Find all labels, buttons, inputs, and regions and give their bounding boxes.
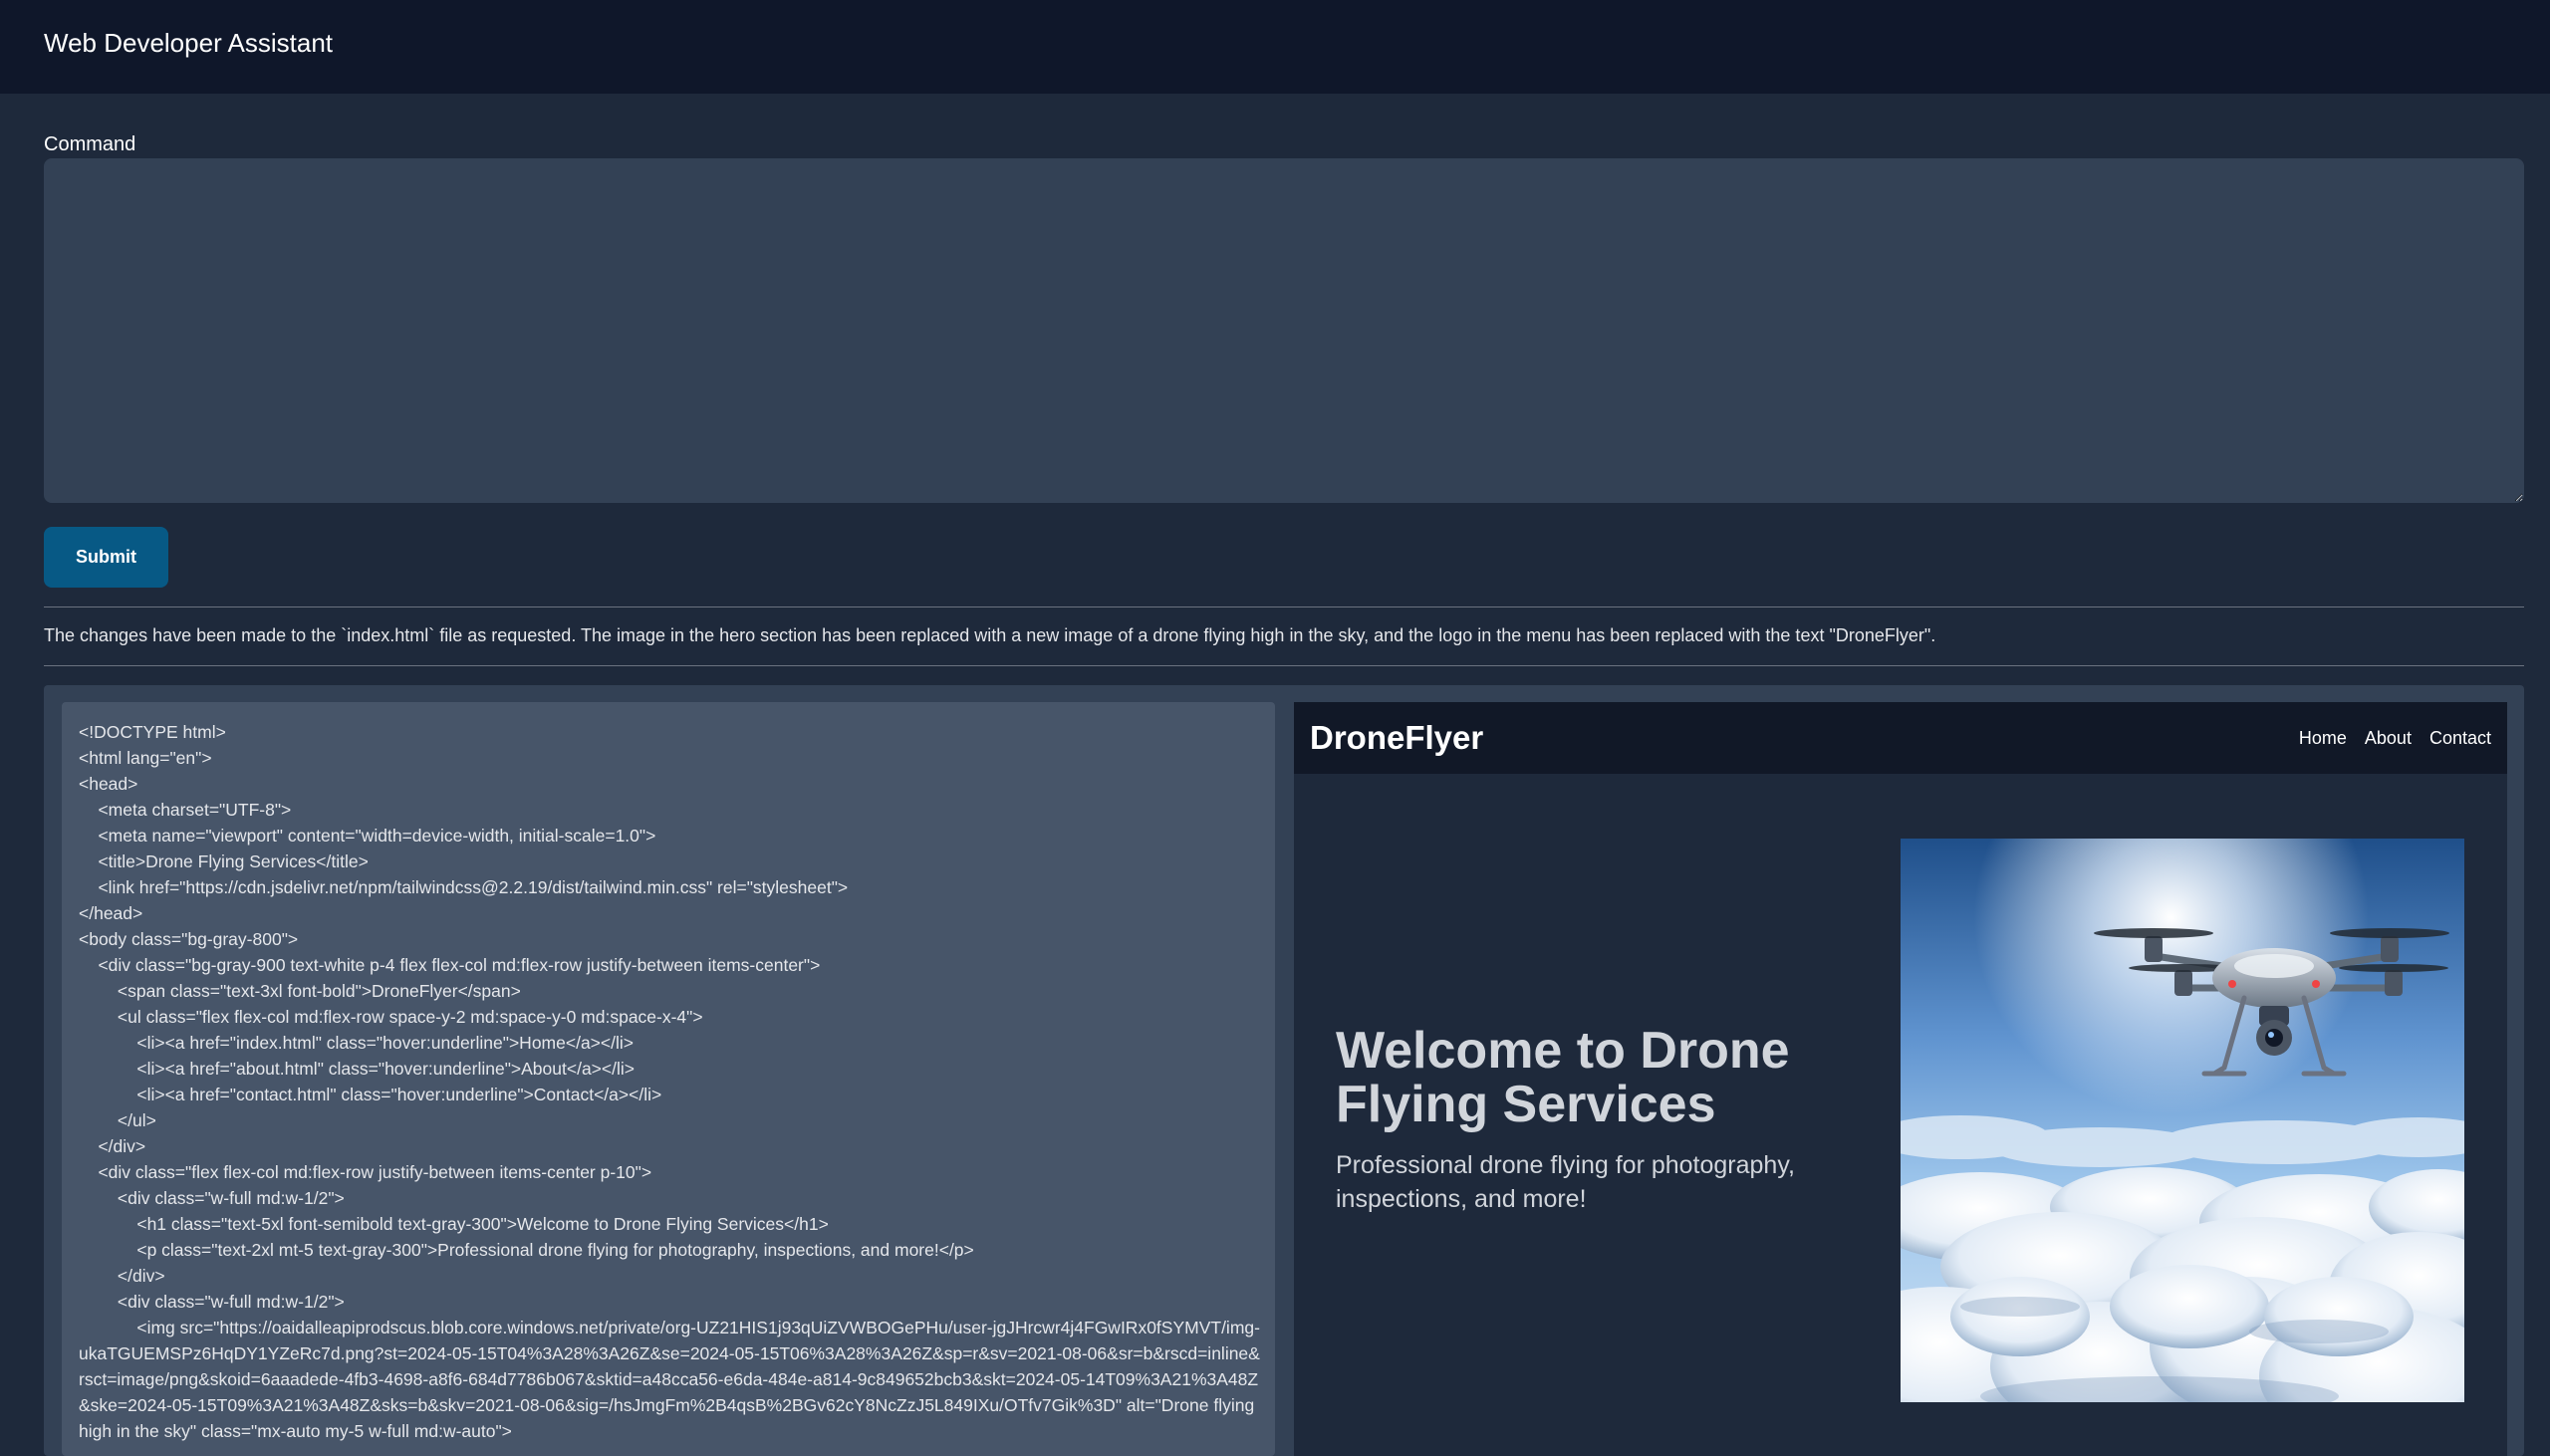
hero-title: Welcome to Drone Flying Services <box>1336 1022 1790 1133</box>
preview-nav-about[interactable]: About <box>2365 726 2412 750</box>
preview-navbar: DroneFlyer Home About Contact <box>1294 702 2507 774</box>
submit-button[interactable]: Submit <box>44 527 168 588</box>
preview-panel: DroneFlyer Home About Contact Welcome to… <box>1294 702 2507 1456</box>
hero-subtitle: Professional drone flying for photograph… <box>1336 1151 1795 1213</box>
top-bar: Web Developer Assistant <box>0 0 2550 94</box>
command-input[interactable] <box>44 158 2524 503</box>
preview-brand: DroneFlyer <box>1310 719 1484 756</box>
command-label: Command <box>44 133 136 155</box>
status-message: The changes have been made to the `index… <box>44 625 1936 645</box>
code-text[interactable]: <!DOCTYPE html> <html lang="en"> <head> … <box>79 719 1264 1444</box>
divider-bottom <box>44 665 2524 666</box>
preview-nav-home[interactable]: Home <box>2299 726 2347 750</box>
preview-nav-contact[interactable]: Contact <box>2429 726 2491 750</box>
preview-menu: Home About Contact <box>2299 726 2491 750</box>
drone-over-clouds-image <box>1901 839 2464 1402</box>
code-panel[interactable]: <!DOCTYPE html> <html lang="en"> <head> … <box>62 702 1275 1456</box>
hero-image <box>1901 839 2464 1402</box>
app-title: Web Developer Assistant <box>44 28 333 58</box>
